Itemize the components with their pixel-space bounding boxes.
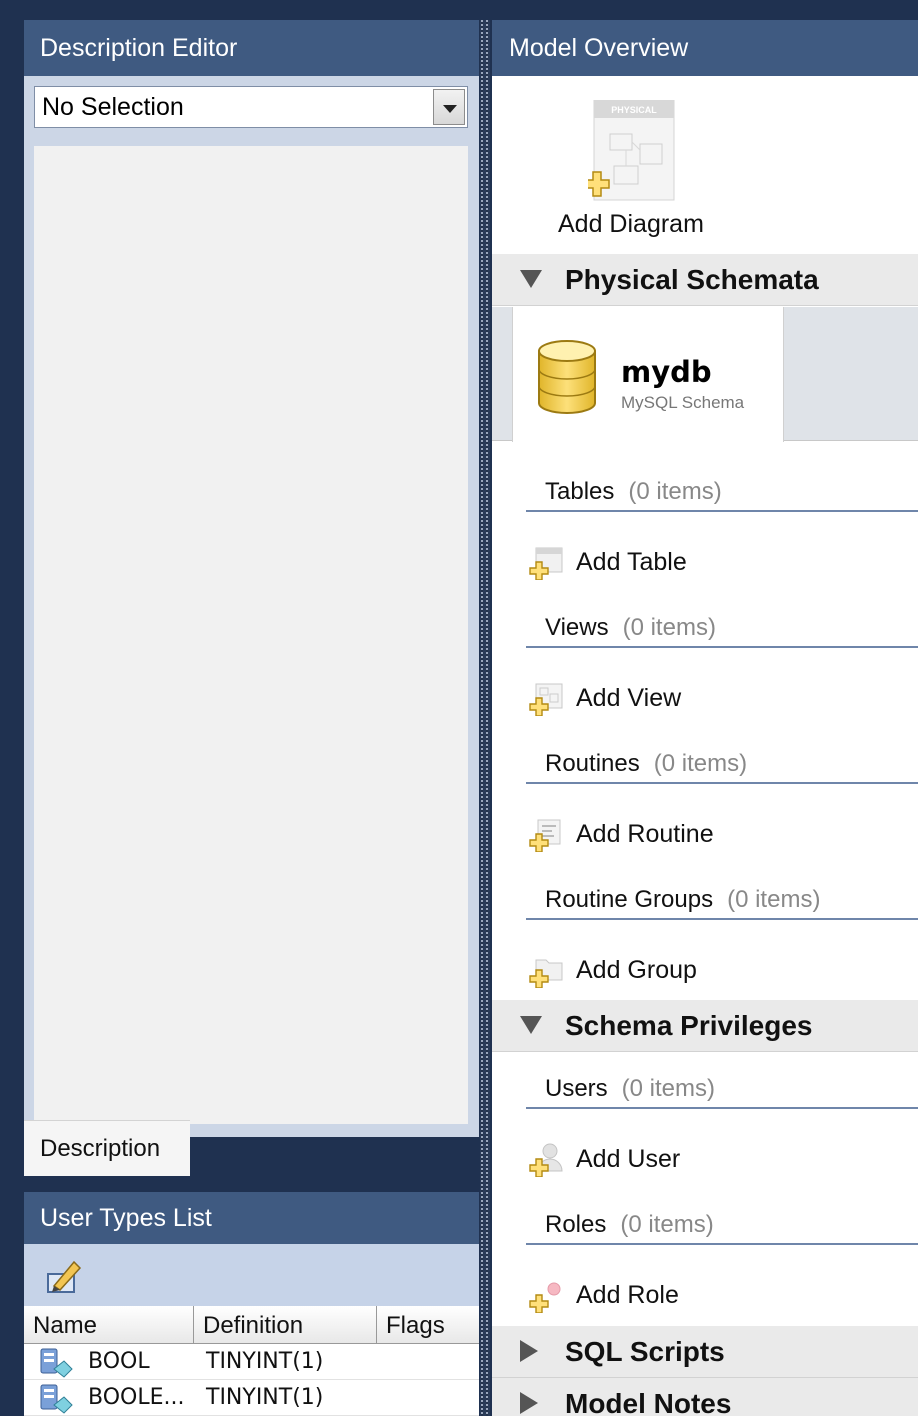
- schema-privileges-title: Schema Privileges: [565, 1010, 813, 1041]
- user-types-toolbar: [24, 1244, 479, 1306]
- expand-triangle-icon[interactable]: [520, 1340, 538, 1362]
- collapse-triangle-icon[interactable]: [520, 1016, 542, 1034]
- model-overview-panel: Model Overview PHYSICAL Add Diagram Phys…: [492, 20, 918, 1416]
- model-notes-title: Model Notes: [565, 1388, 732, 1416]
- group-roles: Roles (0 items): [526, 1205, 918, 1245]
- cell-definition: TINYINT(1): [206, 1385, 324, 1410]
- user-types-title: User Types List: [40, 1204, 212, 1232]
- add-user-icon: [529, 1143, 563, 1177]
- add-table-icon: [529, 547, 563, 580]
- column-header-name[interactable]: Name: [24, 1306, 194, 1344]
- add-view-button[interactable]: Add View: [528, 678, 908, 718]
- chevron-down-icon[interactable]: [433, 89, 465, 125]
- add-user-button[interactable]: Add User: [528, 1139, 908, 1179]
- expand-triangle-icon[interactable]: [520, 1392, 538, 1414]
- group-count: (0 items): [622, 614, 716, 641]
- schema-type: MySQL Schema: [621, 393, 745, 412]
- description-editor-header: Description Editor: [24, 20, 479, 76]
- physical-schemata-title: Physical Schemata: [565, 264, 819, 295]
- group-count: (0 items): [628, 478, 722, 505]
- group-count: (0 items): [620, 1211, 714, 1238]
- add-role-icon: [529, 1282, 561, 1313]
- group-title: Tables: [545, 478, 615, 505]
- model-overview-title: Model Overview: [509, 34, 689, 62]
- panel-splitter[interactable]: [480, 20, 490, 1416]
- collapse-triangle-icon[interactable]: [520, 270, 542, 288]
- cell-name: BOOLE...: [88, 1385, 185, 1410]
- add-diagram-label[interactable]: Add Diagram: [558, 210, 704, 239]
- description-editor-title: Description Editor: [40, 34, 238, 62]
- add-table-button[interactable]: Add Table: [528, 542, 908, 582]
- group-count: (0 items): [621, 1075, 716, 1102]
- add-view-label: Add View: [576, 684, 682, 712]
- model-notes-header[interactable]: Model Notes: [492, 1378, 918, 1416]
- description-textarea[interactable]: [34, 146, 468, 1124]
- selection-dropdown-value: No Selection: [42, 93, 184, 121]
- add-routine-button[interactable]: Add Routine: [528, 814, 908, 854]
- database-icon: [538, 340, 596, 414]
- group-title: Views: [545, 614, 609, 641]
- add-group-button[interactable]: Add Group: [528, 950, 908, 990]
- add-routine-label: Add Routine: [576, 820, 714, 848]
- add-user-label: Add User: [576, 1145, 681, 1173]
- column-header-flags[interactable]: Flags: [377, 1306, 479, 1344]
- selection-dropdown[interactable]: No Selection: [34, 86, 468, 128]
- group-count: (0 items): [727, 886, 821, 913]
- table-row[interactable]: BOOLE... TINYINT(1): [24, 1380, 479, 1416]
- user-types-table: Name Definition Flags BOOL TINYINT(1) BO…: [24, 1306, 479, 1416]
- add-table-label: Add Table: [576, 548, 687, 576]
- description-editor-body: No Selection: [24, 76, 479, 1137]
- group-routine-groups: Routine Groups (0 items): [526, 880, 918, 920]
- add-group-label: Add Group: [576, 956, 697, 984]
- schema-privileges-header[interactable]: Schema Privileges: [492, 1000, 918, 1052]
- user-type-icon: [40, 1384, 73, 1414]
- edit-types-icon[interactable]: [44, 1254, 86, 1296]
- table-header: Name Definition Flags: [24, 1306, 479, 1344]
- user-types-header: User Types List: [24, 1192, 479, 1244]
- sql-scripts-header[interactable]: SQL Scripts: [492, 1326, 918, 1378]
- group-tables: Tables (0 items): [526, 472, 918, 512]
- group-title: Roles: [545, 1211, 607, 1238]
- tab-description-label: Description: [40, 1135, 161, 1162]
- tab-description[interactable]: Description: [24, 1120, 190, 1176]
- add-role-label: Add Role: [576, 1281, 679, 1309]
- group-title: Routines: [545, 750, 640, 777]
- cell-definition: TINYINT(1): [206, 1349, 324, 1374]
- physical-schemata-header[interactable]: Physical Schemata: [492, 254, 918, 306]
- group-users: Users (0 items): [526, 1069, 918, 1109]
- left-column: Description Editor No Selection Descript…: [24, 20, 479, 1416]
- add-routine-icon: [529, 819, 561, 852]
- add-view-icon: [529, 683, 563, 716]
- sql-scripts-title: SQL Scripts: [565, 1336, 725, 1367]
- add-diagram-icon[interactable]: PHYSICAL: [588, 100, 678, 204]
- group-title: Users: [545, 1075, 608, 1102]
- group-views: Views (0 items): [526, 608, 918, 648]
- add-group-icon: [529, 959, 563, 988]
- cell-name: BOOL: [88, 1349, 150, 1374]
- diagram-thumb-label: PHYSICAL: [611, 105, 657, 115]
- group-count: (0 items): [653, 750, 748, 777]
- table-row[interactable]: BOOL TINYINT(1): [24, 1344, 479, 1380]
- user-type-icon: [40, 1348, 73, 1378]
- schema-tabs: mydb MySQL Schema: [492, 307, 918, 442]
- group-title: Routine Groups: [545, 886, 714, 913]
- schema-name: mydb: [621, 355, 712, 389]
- column-header-definition[interactable]: Definition: [194, 1306, 377, 1344]
- model-overview-header: Model Overview: [492, 20, 918, 76]
- add-role-button[interactable]: Add Role: [528, 1275, 908, 1315]
- group-routines: Routines (0 items): [526, 744, 918, 784]
- tab-schema-mydb[interactable]: mydb MySQL Schema: [512, 307, 784, 442]
